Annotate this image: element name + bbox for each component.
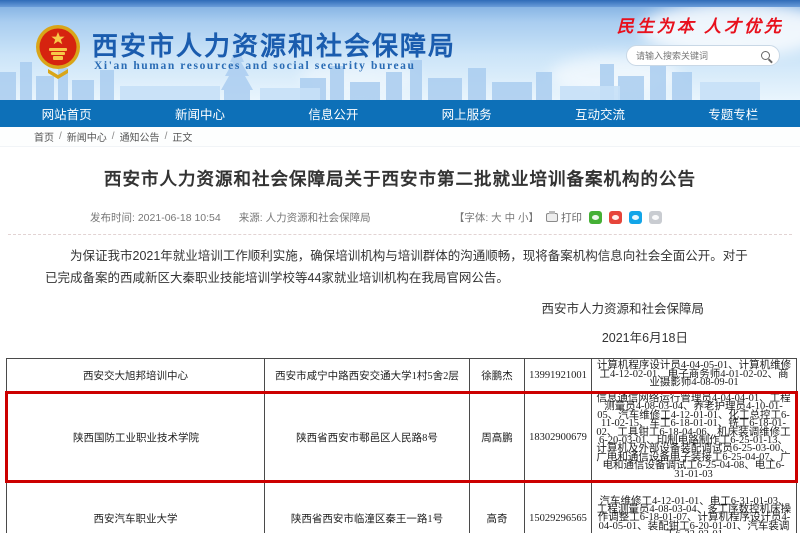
- breadcrumb-current: 正文: [172, 129, 192, 144]
- table-row: 西安交大旭邦培训中心 西安市咸宁中路西安交通大学1村5舍2层 徐鹏杰 13991…: [7, 359, 797, 393]
- org-occupations: 汽车维修工4-12-01-01、电工6-31-01-03、工程测量员4-08-0…: [592, 482, 797, 533]
- print-button[interactable]: 打印: [546, 210, 582, 225]
- table-row: 西安汽车职业大学 陕西省西安市临潼区秦王一路1号 高奇 15029296565 …: [7, 482, 797, 533]
- org-contact: 周高鹏: [470, 393, 525, 482]
- site-title: 西安市人力资源和社会保障局: [92, 26, 456, 63]
- org-occupations: 计算机程序设计员4-04-05-01、计算机维修工4-12-02-01、电子商务…: [592, 359, 797, 393]
- copy-link-icon[interactable]: [649, 211, 662, 224]
- meta-divider: [8, 234, 792, 235]
- print-label: 打印: [561, 210, 582, 225]
- org-contact: 高奇: [470, 482, 525, 533]
- breadcrumb-home[interactable]: 首页: [34, 129, 54, 144]
- site-banner: 西安市人力资源和社会保障局 Xi'an human resources and …: [0, 0, 800, 100]
- wechat-share-icon[interactable]: [589, 211, 602, 224]
- nav-item-news[interactable]: 新闻中心: [133, 100, 266, 127]
- org-name: 西安交大旭邦培训中心: [7, 359, 265, 393]
- table-row-highlighted: 陕西国防工业职业技术学院 陕西省西安市鄠邑区人民路8号 周高鹏 18302900…: [7, 393, 797, 482]
- breadcrumb: 首页 / 新闻中心 / 通知公告 / 正文: [0, 127, 800, 147]
- nav-item-disclosure[interactable]: 信息公开: [267, 100, 400, 127]
- org-name: 陕西国防工业职业技术学院: [7, 393, 265, 482]
- publish-time: 发布时间: 2021-06-18 10:54: [90, 210, 221, 225]
- org-phone: 13991921001: [525, 359, 592, 393]
- nav-item-home[interactable]: 网站首页: [0, 100, 133, 127]
- article-paragraph: 为保证我市2021年就业培训工作顺利实施，确保培训机构与培训群体的沟通顺畅，现将…: [45, 246, 755, 289]
- org-name: 西安汽车职业大学: [7, 482, 265, 533]
- site-subtitle: Xi'an human resources and social securit…: [94, 60, 416, 72]
- page-title: 西安市人力资源和社会保障局关于西安市第二批就业培训备案机构的公告: [0, 166, 800, 191]
- org-phone: 18302900679: [525, 393, 592, 482]
- search-icon[interactable]: [761, 51, 770, 60]
- search-input[interactable]: [636, 51, 761, 61]
- breadcrumb-notices[interactable]: 通知公告: [120, 129, 160, 144]
- qq-share-icon[interactable]: [629, 211, 642, 224]
- main-nav: 网站首页 新闻中心 信息公开 网上服务 互动交流 专题专栏: [0, 100, 800, 127]
- org-address: 陕西省西安市临潼区秦王一路1号: [265, 482, 470, 533]
- slogan-calligraphy: 民生为本 人才优先: [617, 12, 784, 37]
- nav-item-services[interactable]: 网上服务: [400, 100, 533, 127]
- site-search: [626, 45, 780, 66]
- article-meta: 发布时间: 2021-06-18 10:54 来源: 人力资源和社会保障局 【字…: [0, 210, 800, 225]
- org-occupations: 信息通信网络运行管理员4-04-04-01、工程测量员4-08-03-04、养老…: [592, 393, 797, 482]
- org-address: 西安市咸宁中路西安交通大学1村5舍2层: [265, 359, 470, 393]
- article-source: 来源: 人力资源和社会保障局: [239, 210, 371, 225]
- top-strip: [0, 0, 800, 7]
- breadcrumb-separator: /: [165, 131, 168, 142]
- national-emblem-icon: [34, 22, 82, 80]
- nav-item-topics[interactable]: 专题专栏: [667, 100, 800, 127]
- weibo-share-icon[interactable]: [609, 211, 622, 224]
- breadcrumb-news[interactable]: 新闻中心: [67, 129, 107, 144]
- breadcrumb-separator: /: [59, 131, 62, 142]
- org-phone: 15029296565: [525, 482, 592, 533]
- font-size-control[interactable]: 【字体: 大 中 小】: [454, 210, 539, 225]
- printer-icon: [546, 213, 558, 222]
- org-contact: 徐鹏杰: [470, 359, 525, 393]
- breadcrumb-separator: /: [112, 131, 115, 142]
- training-institutions-table: 西安交大旭邦培训中心 西安市咸宁中路西安交通大学1村5舍2层 徐鹏杰 13991…: [5, 358, 798, 533]
- article-date: 2021年6月18日: [0, 327, 800, 346]
- article-signature: 西安市人力资源和社会保障局: [0, 298, 800, 317]
- nav-item-interaction[interactable]: 互动交流: [533, 100, 666, 127]
- org-address: 陕西省西安市鄠邑区人民路8号: [265, 393, 470, 482]
